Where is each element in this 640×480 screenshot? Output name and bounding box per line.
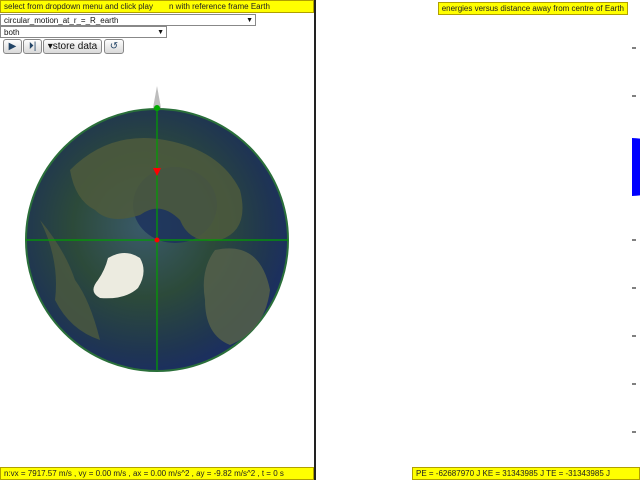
scenario-dropdown-value: circular_motion_at_r_=_R_earth (4, 16, 119, 25)
energy-status-bar: PE = -62687970 J KE = 31343985 J TE = -3… (412, 467, 640, 480)
chevron-down-icon: ▼ (157, 29, 164, 36)
earth-radius-blob (632, 138, 640, 196)
step-button[interactable]: ⏵| (23, 39, 42, 54)
instruction-text: select from dropdown menu and click play (4, 2, 153, 11)
instruction-bar: select from dropdown menu and click play… (0, 0, 314, 13)
step-forward-icon: ⏵| (28, 41, 37, 52)
instruction-text-continued: n with reference frame Earth (169, 2, 270, 11)
simulation-panel: select from dropdown menu and click play… (0, 0, 314, 480)
frame-dropdown[interactable]: both ▼ (0, 26, 167, 38)
store-data-label: store data (52, 41, 98, 52)
reset-button[interactable]: ↺ (104, 39, 124, 54)
energy-plot-panel: energies versus distance away from centr… (316, 0, 640, 480)
play-icon: ▶ (8, 41, 17, 52)
satellite-marker (154, 105, 160, 111)
earth-view (25, 86, 289, 372)
energy-status-text: PE = -62687970 J KE = 31343985 J TE = -3… (416, 469, 610, 478)
y-axis-ticks (632, 47, 636, 433)
play-button[interactable]: ▶ (3, 39, 22, 54)
store-data-button[interactable]: ▾store data (43, 39, 102, 54)
motion-status-bar: n:vx = 7917.57 m/s , vy = 0.00 m/s , ax … (0, 467, 314, 480)
frame-dropdown-value: both (4, 28, 20, 37)
energy-plot-title: energies versus distance away from centr… (437, 2, 628, 15)
chevron-down-icon: ▼ (246, 17, 253, 24)
energy-plot-title-text: energies versus distance away from centr… (441, 4, 624, 13)
reset-icon: ↺ (109, 41, 119, 52)
center-marker (154, 237, 160, 243)
energy-plot (632, 47, 640, 433)
scenario-dropdown[interactable]: circular_motion_at_r_=_R_earth ▼ (0, 14, 256, 26)
pole-marker-spike (153, 86, 161, 108)
motion-status-text: n:vx = 7917.57 m/s , vy = 0.00 m/s , ax … (4, 469, 284, 478)
